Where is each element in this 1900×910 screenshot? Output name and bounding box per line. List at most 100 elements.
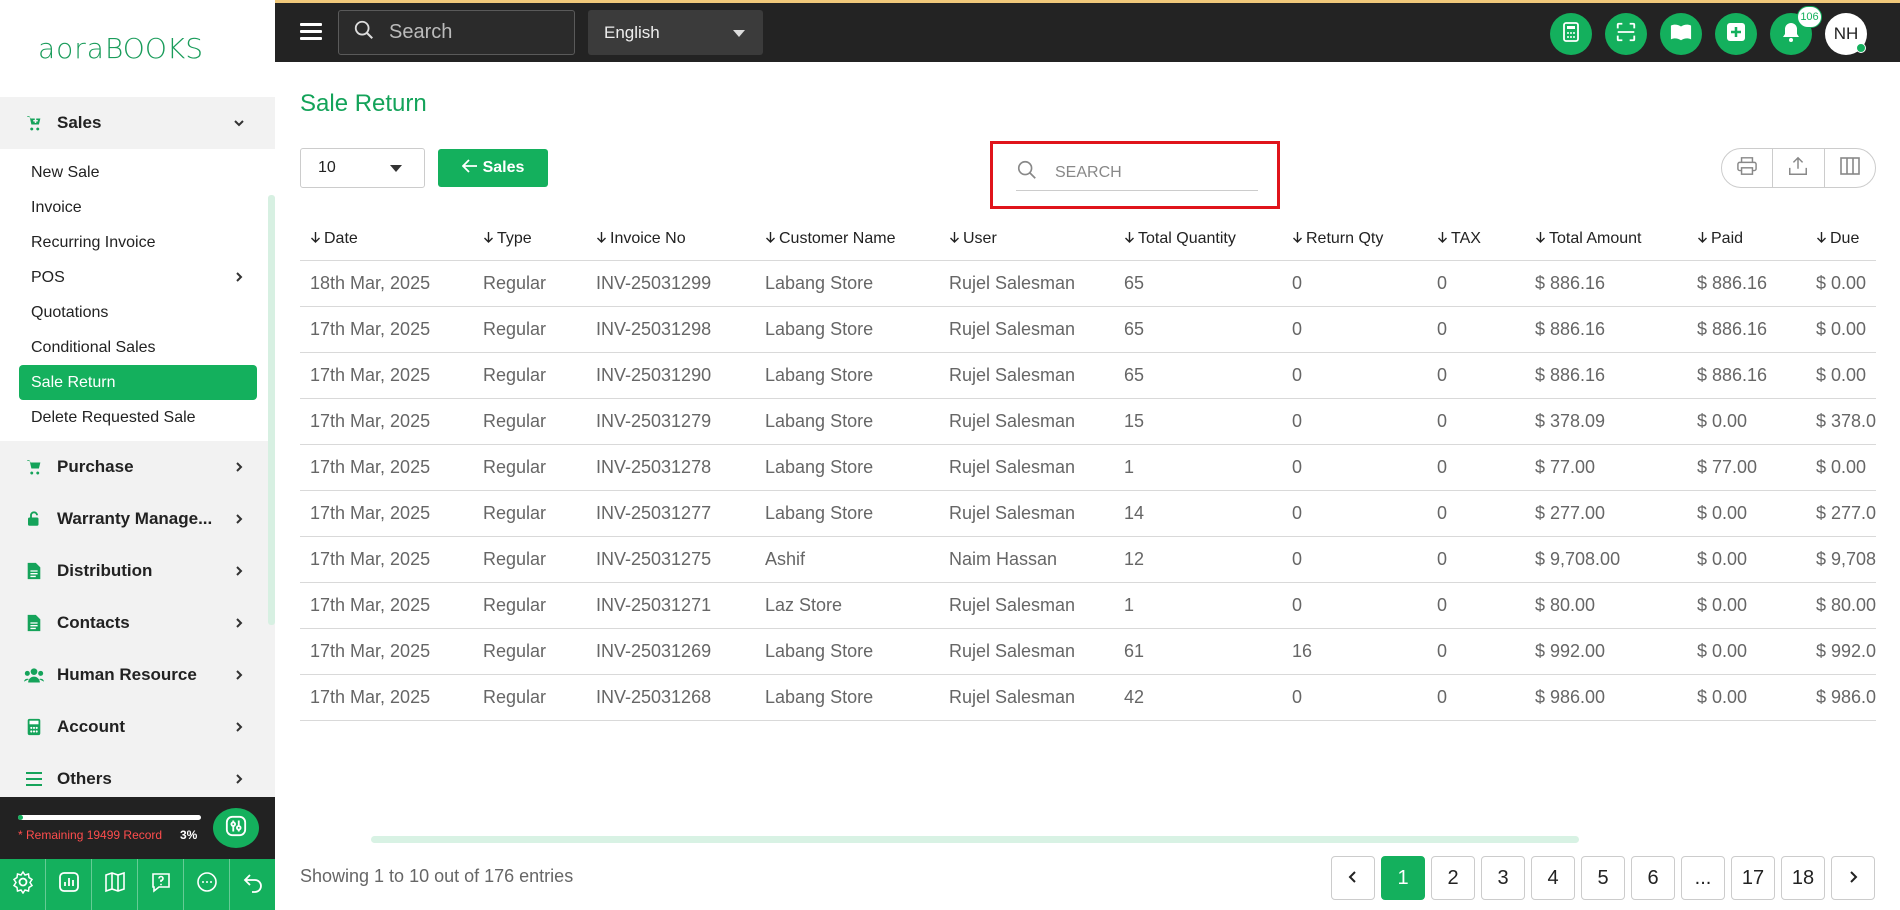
menu-toggle-button[interactable] bbox=[300, 23, 322, 41]
column-header[interactable]: Date bbox=[300, 218, 473, 260]
table-cell: $ 277.00 bbox=[1525, 489, 1687, 536]
online-status-dot bbox=[1856, 43, 1866, 53]
chevron-right-icon bbox=[233, 565, 245, 577]
column-header[interactable]: Invoice No bbox=[586, 218, 755, 260]
sidebar-scrollbar[interactable] bbox=[268, 195, 275, 625]
table-row[interactable]: 17th Mar, 2025 Regular INV-25031290 Labang … bbox=[300, 351, 1876, 398]
column-header-label: User bbox=[963, 229, 997, 247]
table-row[interactable]: 18th Mar, 2025 Regular INV-25031299 Labang … bbox=[300, 259, 1876, 306]
table-header-row: Date Type Invoice No Customer Name User Total… bbox=[300, 218, 1876, 260]
submenu-label: Conditional Sales bbox=[31, 338, 156, 356]
add-button[interactable] bbox=[1715, 13, 1757, 55]
help-button[interactable] bbox=[138, 859, 184, 910]
sidebar-item-account[interactable]: Account bbox=[0, 701, 275, 753]
column-header[interactable]: Type bbox=[473, 218, 586, 260]
table-row[interactable]: 17th Mar, 2025 Regular INV-25031271 Laz Sto… bbox=[300, 581, 1876, 628]
language-select[interactable]: English bbox=[588, 10, 763, 55]
sort-arrow-icon bbox=[1816, 230, 1827, 247]
sidebar-item-recurring-invoice[interactable]: Recurring Invoice bbox=[19, 225, 257, 260]
table-cell: 0 bbox=[1427, 443, 1525, 490]
page-size-select[interactable]: 10 bbox=[300, 148, 425, 188]
table-cell: Regular bbox=[473, 397, 586, 444]
chat-button[interactable] bbox=[184, 859, 230, 910]
book-icon bbox=[103, 870, 127, 899]
next-page-button[interactable] bbox=[1831, 856, 1875, 900]
sidebar-item-purchase[interactable]: Purchase bbox=[0, 441, 275, 493]
user-avatar[interactable]: NH bbox=[1825, 13, 1867, 55]
sidebar-item-invoice[interactable]: Invoice bbox=[19, 190, 257, 225]
table-row[interactable]: 17th Mar, 2025 Regular INV-25031298 Labang … bbox=[300, 305, 1876, 352]
section-label: Contacts bbox=[57, 613, 130, 632]
column-header[interactable]: TAX bbox=[1427, 218, 1525, 260]
sidebar-item-new-sale[interactable]: New Sale bbox=[19, 155, 257, 190]
section-label: Account bbox=[57, 717, 125, 736]
table-cell: Regular bbox=[473, 581, 586, 628]
reports-button[interactable] bbox=[46, 859, 92, 910]
page-button[interactable]: 3 bbox=[1481, 856, 1525, 900]
sidebar-item-contacts[interactable]: Contacts bbox=[0, 597, 275, 649]
sidebar-item-sales[interactable]: Sales bbox=[0, 97, 275, 149]
page-button[interactable]: 5 bbox=[1581, 856, 1625, 900]
list-icon bbox=[24, 769, 44, 789]
table-cell: $ 886.16 bbox=[1687, 259, 1806, 306]
page-button[interactable]: 18 bbox=[1781, 856, 1825, 900]
section-label: Warranty Manage... bbox=[57, 509, 213, 528]
calculator-button[interactable] bbox=[1550, 13, 1592, 55]
table-search-input[interactable] bbox=[1055, 163, 1255, 182]
guide-button[interactable] bbox=[92, 859, 138, 910]
book-button[interactable] bbox=[1660, 13, 1702, 55]
column-header[interactable]: User bbox=[939, 218, 1114, 260]
sidebar-item-warranty[interactable]: Warranty Manage... bbox=[0, 493, 275, 545]
table-cell: $ 986.00 bbox=[1525, 673, 1687, 721]
top-search-box[interactable] bbox=[338, 10, 575, 55]
table-cell: INV-25031271 bbox=[586, 581, 755, 628]
table-row[interactable]: 17th Mar, 2025 Regular INV-25031279 Labang … bbox=[300, 397, 1876, 444]
column-header[interactable]: Due bbox=[1806, 218, 1876, 260]
page-button[interactable]: 4 bbox=[1531, 856, 1575, 900]
notifications-button[interactable]: 106 bbox=[1770, 6, 1822, 55]
sidebar-item-quotations[interactable]: Quotations bbox=[19, 295, 257, 330]
table-row[interactable]: 17th Mar, 2025 Regular INV-25031268 Labang … bbox=[300, 673, 1876, 721]
table-body: 18th Mar, 2025 Regular INV-25031299 Labang … bbox=[300, 259, 1876, 721]
table-row[interactable]: 17th Mar, 2025 Regular INV-25031275 Ashif Na… bbox=[300, 535, 1876, 582]
help-icon bbox=[149, 870, 173, 899]
topbar: English 106 NH bbox=[275, 0, 1900, 62]
back-to-sales-button[interactable]: Sales bbox=[438, 149, 548, 187]
column-header[interactable]: Customer Name bbox=[755, 218, 939, 260]
page-button[interactable]: 6 bbox=[1631, 856, 1675, 900]
sidebar-item-human-resource[interactable]: Human Resource bbox=[0, 649, 275, 701]
top-search-input[interactable] bbox=[389, 21, 539, 44]
table-cell: $ 886.16 bbox=[1687, 351, 1806, 398]
table-cell: Naim Hassan bbox=[939, 535, 1114, 582]
sidebar-item-conditional-sales[interactable]: Conditional Sales bbox=[19, 330, 257, 365]
table-row[interactable]: 17th Mar, 2025 Regular INV-25031278 Labang … bbox=[300, 443, 1876, 490]
sidebar-item-pos[interactable]: POS bbox=[19, 260, 257, 295]
table-row[interactable]: 17th Mar, 2025 Regular INV-25031277 Labang … bbox=[300, 489, 1876, 536]
sidebar-footer-toolbar bbox=[0, 859, 275, 910]
column-header[interactable]: Total Quantity bbox=[1114, 218, 1282, 260]
sidebar-item-distribution[interactable]: Distribution bbox=[0, 545, 275, 597]
export-button[interactable] bbox=[1773, 149, 1825, 187]
column-header[interactable]: Paid bbox=[1687, 218, 1806, 260]
table-search-box[interactable] bbox=[1016, 155, 1258, 191]
page-button[interactable]: 1 bbox=[1381, 856, 1425, 900]
upgrade-button[interactable] bbox=[213, 808, 259, 848]
table-row[interactable]: 17th Mar, 2025 Regular INV-25031269 Labang … bbox=[300, 627, 1876, 674]
column-header[interactable]: Return Qty bbox=[1282, 218, 1427, 260]
sidebar: aoraBOOKS Sales New Sale Invoice Recurri… bbox=[0, 0, 275, 910]
table-cell: INV-25031299 bbox=[586, 259, 755, 306]
page-button[interactable]: 2 bbox=[1431, 856, 1475, 900]
table-horizontal-scrollbar[interactable] bbox=[371, 836, 1579, 843]
scan-button[interactable] bbox=[1605, 13, 1647, 55]
columns-button[interactable] bbox=[1825, 149, 1875, 187]
sidebar-item-sale-return[interactable]: Sale Return bbox=[19, 365, 257, 400]
print-button[interactable] bbox=[1722, 149, 1774, 187]
settings-button[interactable] bbox=[0, 859, 46, 910]
column-header[interactable]: Total Amount bbox=[1525, 218, 1687, 260]
sidebar-item-delete-requested-sale[interactable]: Delete Requested Sale bbox=[19, 400, 257, 435]
back-button[interactable] bbox=[230, 859, 275, 910]
previous-page-button[interactable] bbox=[1331, 856, 1375, 900]
logo[interactable]: aoraBOOKS bbox=[38, 32, 203, 65]
page-button[interactable]: 17 bbox=[1731, 856, 1775, 900]
table-cell: INV-25031278 bbox=[586, 443, 755, 490]
